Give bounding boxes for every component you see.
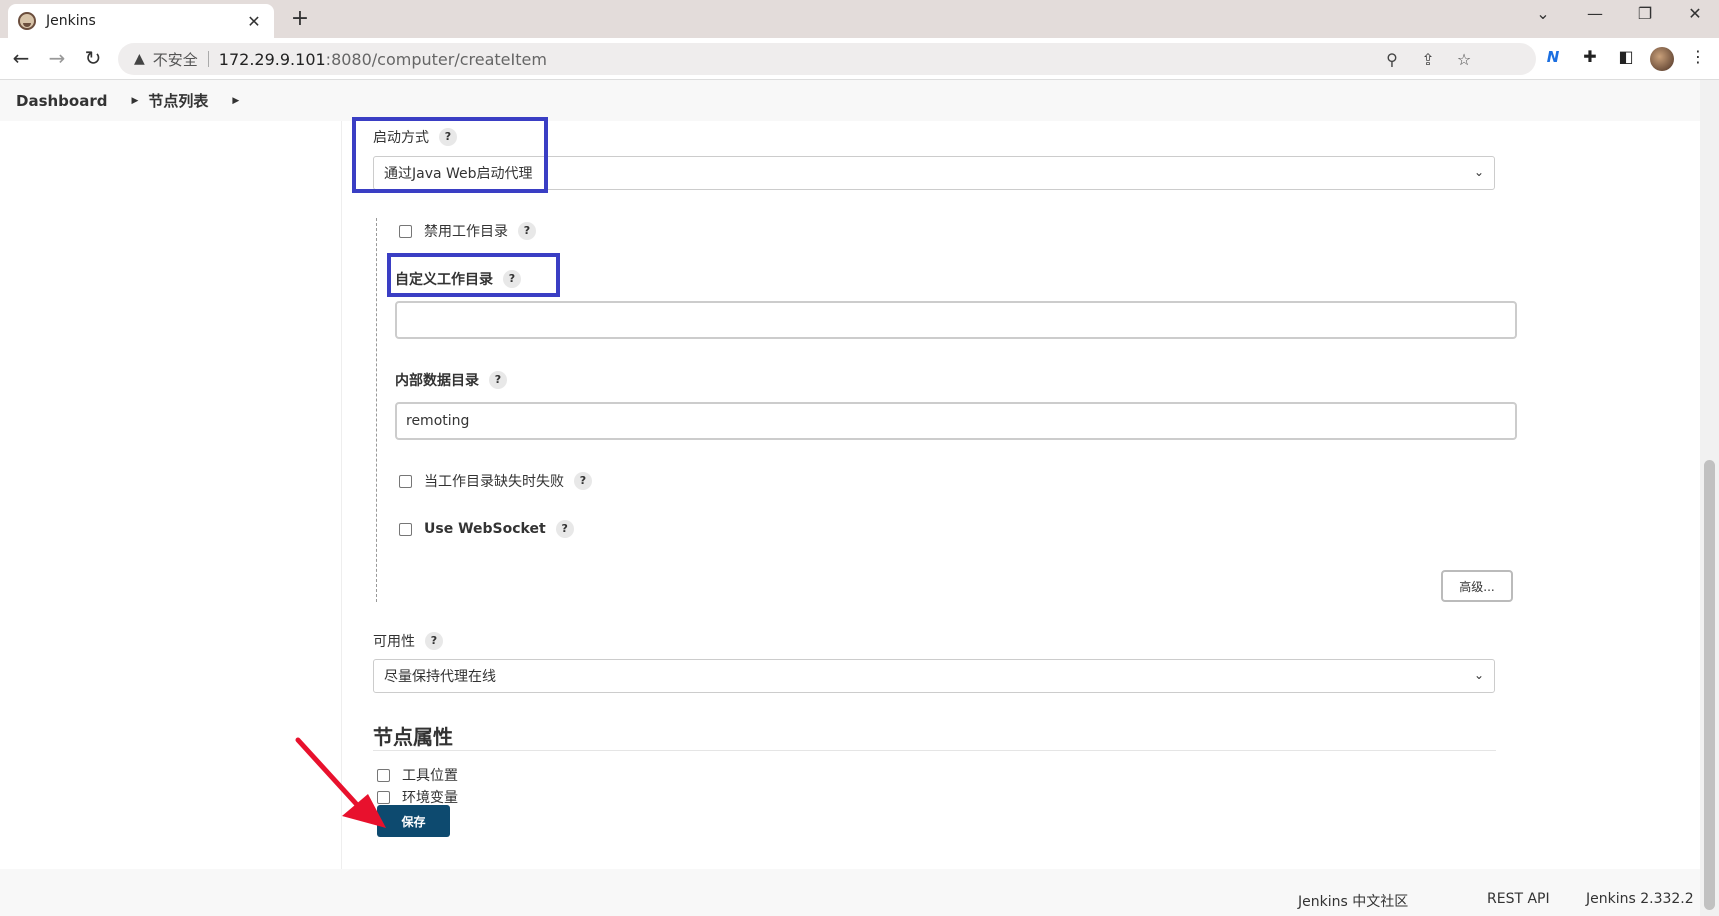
breadcrumb-node-list[interactable]: 节点列表 xyxy=(148,90,208,111)
bookmark-star-icon[interactable]: ☆ xyxy=(1454,50,1474,69)
jenkins-favicon-icon xyxy=(18,12,36,30)
side-panel-icon[interactable]: ◧ xyxy=(1614,47,1638,71)
help-icon[interactable]: ? xyxy=(574,472,592,490)
back-button[interactable]: ← xyxy=(8,46,34,72)
fail-if-workdir-missing-option[interactable]: 当工作目录缺失时失败 ? xyxy=(399,471,592,491)
annotation-highlight-launch-method xyxy=(352,117,548,193)
chevron-right-icon[interactable]: ▶ xyxy=(131,96,138,106)
restore-window-button[interactable]: ❐ xyxy=(1630,4,1660,23)
page-footer: Jenkins 中文社区 REST API Jenkins 2.332.2 xyxy=(0,869,1700,916)
availability-label: 可用性 ? xyxy=(373,631,443,651)
use-websocket-checkbox[interactable] xyxy=(399,522,412,536)
footer-community-link[interactable]: Jenkins 中文社区 xyxy=(1298,891,1408,911)
nested-options-guide xyxy=(376,218,377,602)
breadcrumb: Dashboard ▶ 节点列表 ▶ xyxy=(0,80,1700,121)
warning-triangle-icon[interactable]: ▲ xyxy=(134,51,145,67)
fail-if-workdir-missing-checkbox[interactable] xyxy=(399,474,412,488)
footer-version-link[interactable]: Jenkins 2.332.2 xyxy=(1586,891,1694,907)
new-tab-button[interactable]: + xyxy=(286,6,314,34)
annotation-highlight-custom-workdir xyxy=(387,253,560,297)
availability-label-text: 可用性 xyxy=(373,634,415,650)
internal-data-dir-input[interactable]: remoting xyxy=(395,402,1517,440)
address-divider xyxy=(207,51,209,67)
browser-toolbar: ← → ↻ ▲ 不安全 172.29.9.101 :8080/computer/… xyxy=(0,38,1719,80)
custom-workdir-input[interactable] xyxy=(395,301,1517,339)
internal-data-dir-label-text: 内部数据目录 xyxy=(395,373,479,389)
chevron-right-icon[interactable]: ▶ xyxy=(232,96,239,106)
extension-n-icon[interactable]: N xyxy=(1541,47,1565,71)
internal-data-dir-label: 内部数据目录 ? xyxy=(395,370,507,390)
fail-if-workdir-missing-label: 当工作目录缺失时失败 xyxy=(424,474,564,490)
minimize-window-button[interactable]: — xyxy=(1580,4,1610,23)
section-divider xyxy=(373,750,1496,751)
tool-locations-label: 工具位置 xyxy=(402,768,458,784)
env-vars-label: 环境变量 xyxy=(402,790,458,806)
availability-select[interactable]: 尽量保持代理在线 ⌄ xyxy=(373,659,1495,693)
share-icon[interactable]: ⇪ xyxy=(1418,50,1438,69)
tab-title: Jenkins xyxy=(46,13,96,29)
url-host: 172.29.9.101 xyxy=(218,49,326,69)
help-icon[interactable]: ? xyxy=(425,632,443,650)
help-icon[interactable]: ? xyxy=(555,520,574,538)
disable-workdir-label: 禁用工作目录 xyxy=(424,224,508,240)
help-icon[interactable]: ? xyxy=(489,371,507,389)
disable-workdir-option[interactable]: 禁用工作目录 ? xyxy=(399,221,536,241)
footer-rest-api-link[interactable]: REST API xyxy=(1487,891,1550,907)
browser-tab-jenkins[interactable]: Jenkins ✕ xyxy=(8,4,274,38)
tab-search-chevron-icon[interactable]: ⌄ xyxy=(1528,4,1558,23)
help-icon[interactable]: ? xyxy=(518,222,536,240)
extensions-puzzle-icon[interactable]: ✚ xyxy=(1578,47,1602,71)
url-path: :8080/computer/createItem xyxy=(325,49,547,69)
scrollbar-thumb[interactable] xyxy=(1704,460,1715,910)
security-status[interactable]: 不安全 xyxy=(153,49,198,70)
address-bar[interactable]: ▲ 不安全 172.29.9.101 :8080/computer/create… xyxy=(118,43,1536,75)
browser-tab-bar: Jenkins ✕ + ⌄ — ❐ ✕ xyxy=(0,0,1719,38)
advanced-button[interactable]: 高级... xyxy=(1441,570,1513,602)
zoom-icon[interactable]: ⚲ xyxy=(1382,50,1402,69)
browser-menu-icon[interactable]: ⋮ xyxy=(1686,47,1710,71)
profile-avatar[interactable] xyxy=(1650,47,1674,71)
tab-close-icon[interactable]: ✕ xyxy=(244,12,264,31)
chevron-down-icon: ⌄ xyxy=(1473,165,1484,179)
close-window-button[interactable]: ✕ xyxy=(1680,4,1710,23)
forward-button[interactable]: → xyxy=(44,46,70,72)
chevron-down-icon: ⌄ xyxy=(1473,668,1484,682)
use-websocket-option[interactable]: Use WebSocket ? xyxy=(399,520,574,538)
internal-data-dir-value: remoting xyxy=(406,413,470,429)
reload-button[interactable]: ↻ xyxy=(80,46,106,72)
disable-workdir-checkbox[interactable] xyxy=(399,224,412,238)
annotation-arrow-icon xyxy=(295,737,386,828)
use-websocket-label: Use WebSocket xyxy=(424,521,546,537)
availability-value: 尽量保持代理在线 xyxy=(384,669,496,685)
page-scrollbar[interactable] xyxy=(1700,80,1719,916)
breadcrumb-dashboard[interactable]: Dashboard xyxy=(16,92,107,110)
